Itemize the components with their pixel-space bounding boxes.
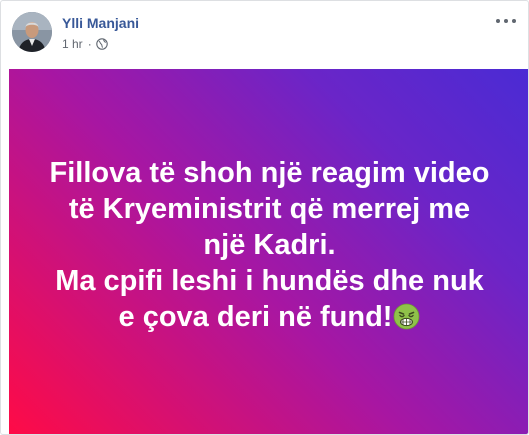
post-text-line-last: e çova deri në fund! bbox=[9, 299, 528, 335]
post-text-line: e çova deri në fund! bbox=[118, 301, 393, 333]
avatar-image bbox=[12, 12, 52, 52]
post-text-line: të Kryeministrit që merrej me bbox=[68, 193, 471, 225]
post-text: Fillova të shoh një reagim video të Krye… bbox=[9, 69, 528, 335]
post-text-line: një Kadri. bbox=[203, 229, 336, 261]
post-meta: 1 hr · bbox=[62, 36, 108, 52]
post-card: Ylli Manjani 1 hr · Fillova të shoh një … bbox=[0, 0, 529, 435]
more-options-icon[interactable] bbox=[496, 15, 516, 27]
post-timestamp[interactable]: 1 hr bbox=[62, 36, 83, 52]
post-text-line: Fillova të shoh një reagim video bbox=[49, 157, 490, 189]
author-name[interactable]: Ylli Manjani bbox=[62, 14, 139, 32]
nauseated-face-icon bbox=[393, 303, 420, 330]
post-header: Ylli Manjani 1 hr · bbox=[1, 1, 528, 69]
post-background: Fillova të shoh një reagim video të Krye… bbox=[9, 69, 528, 434]
more-dot bbox=[504, 19, 508, 23]
avatar[interactable] bbox=[12, 12, 52, 52]
more-dot bbox=[496, 19, 500, 23]
globe-icon[interactable] bbox=[95, 38, 108, 50]
meta-separator: · bbox=[87, 37, 92, 51]
more-dot bbox=[512, 19, 516, 23]
post-text-line: Ma cpifi leshi i hundës dhe nuk bbox=[55, 265, 484, 297]
